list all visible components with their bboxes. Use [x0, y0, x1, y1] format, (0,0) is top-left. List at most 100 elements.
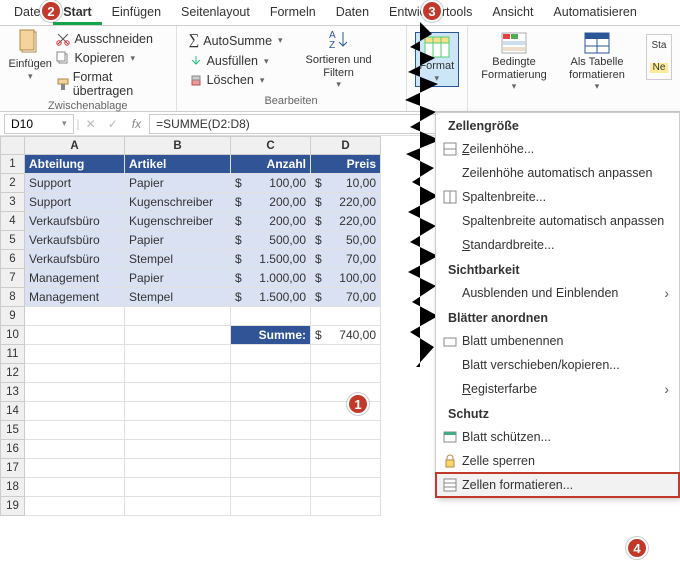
cell[interactable]: 500,00 — [231, 231, 311, 250]
cell[interactable] — [231, 345, 311, 364]
fx-icon[interactable]: fx — [124, 117, 149, 131]
sort-filter-button[interactable]: AZ Sortieren und Filtern▾ — [299, 28, 379, 90]
cell[interactable] — [311, 307, 381, 326]
cell[interactable]: 1.500,00 — [231, 250, 311, 269]
cell[interactable] — [231, 307, 311, 326]
menu-protect-sheet[interactable]: Blatt schützen... — [436, 425, 679, 449]
row-header[interactable]: 16 — [1, 440, 25, 459]
cell[interactable]: Verkaufsbüro — [25, 250, 125, 269]
row-header[interactable]: 19 — [1, 497, 25, 516]
cell[interactable]: Stempel — [125, 250, 231, 269]
menu-col-width[interactable]: Spaltenbreite... — [436, 185, 679, 209]
conditional-formatting-button[interactable]: Bedingte Formatierung▾ — [476, 32, 552, 92]
cell[interactable] — [125, 345, 231, 364]
menu-lock-cell[interactable]: Zelle sperren — [436, 449, 679, 473]
tab-formeln[interactable]: Formeln — [260, 0, 326, 25]
row-header[interactable]: 6 — [1, 250, 25, 269]
cell[interactable] — [125, 478, 231, 497]
row-header[interactable]: 10 — [1, 326, 25, 345]
tab-daten[interactable]: Daten — [326, 0, 379, 25]
tab-automatisieren[interactable]: Automatisieren — [543, 0, 646, 25]
cell[interactable]: Verkaufsbüro — [25, 212, 125, 231]
row-header[interactable]: 3 — [1, 193, 25, 212]
cell[interactable] — [231, 459, 311, 478]
cell[interactable] — [125, 307, 231, 326]
cell[interactable] — [311, 478, 381, 497]
copy-button[interactable]: Kopieren — [52, 49, 167, 67]
cell-styles-gallery[interactable]: Sta Ne — [646, 34, 672, 80]
cell[interactable] — [125, 326, 231, 345]
cell[interactable]: 10,00 — [311, 174, 381, 193]
row-header[interactable]: 17 — [1, 459, 25, 478]
menu-hide-unhide[interactable]: Ausblenden und Einblenden — [436, 281, 679, 305]
row-header[interactable]: 11 — [1, 345, 25, 364]
menu-std-width[interactable]: Standardbreite... — [436, 233, 679, 257]
cell[interactable] — [311, 364, 381, 383]
menu-col-auto[interactable]: Spaltenbreite automatisch anpassen — [436, 209, 679, 233]
cell[interactable] — [231, 383, 311, 402]
tab-ansicht[interactable]: Ansicht — [482, 0, 543, 25]
cell[interactable]: Papier — [125, 231, 231, 250]
cell[interactable]: 200,00 — [231, 212, 311, 231]
cell[interactable]: 1.000,00 — [231, 269, 311, 288]
cell[interactable] — [125, 440, 231, 459]
row-header[interactable]: 7 — [1, 269, 25, 288]
cell[interactable] — [125, 497, 231, 516]
cell[interactable] — [25, 478, 125, 497]
worksheet-grid[interactable]: ABCD 1AbteilungArtikelAnzahlPreis2Suppor… — [0, 136, 381, 516]
menu-row-auto[interactable]: Zeilenhöhe automatisch anpassen — [436, 161, 679, 185]
cell[interactable] — [311, 421, 381, 440]
cell[interactable]: 100,00 — [311, 269, 381, 288]
cut-button[interactable]: Ausschneiden — [52, 30, 167, 48]
cell[interactable]: Summe: — [231, 326, 311, 345]
cell[interactable] — [125, 421, 231, 440]
row-header[interactable]: 4 — [1, 212, 25, 231]
row-header[interactable]: 9 — [1, 307, 25, 326]
col-header-C[interactable]: C — [231, 137, 311, 155]
cell[interactable]: Management — [25, 269, 125, 288]
menu-row-height[interactable]: Zeilenhöhe... — [436, 137, 679, 161]
cell[interactable] — [231, 440, 311, 459]
format-as-table-button[interactable]: Als Tabelle formatieren▾ — [562, 32, 632, 92]
cell[interactable]: Artikel — [125, 155, 231, 174]
cell[interactable]: 200,00 — [231, 193, 311, 212]
menu-move-copy-sheet[interactable]: Blatt verschieben/kopieren... — [436, 353, 679, 377]
cell[interactable] — [25, 402, 125, 421]
cancel-icon[interactable]: ✕ — [80, 117, 102, 131]
cell[interactable]: Anzahl — [231, 155, 311, 174]
cell[interactable] — [311, 383, 381, 402]
autosum-button[interactable]: ∑AutoSumme — [185, 30, 287, 51]
menu-format-cells[interactable]: Zellen formatieren... — [436, 473, 679, 497]
cell[interactable]: Abteilung — [25, 155, 125, 174]
cell[interactable]: 50,00 — [311, 231, 381, 250]
cell[interactable] — [25, 345, 125, 364]
cell[interactable] — [311, 497, 381, 516]
cell[interactable] — [311, 459, 381, 478]
cell[interactable] — [125, 402, 231, 421]
namebox-dropdown-icon[interactable]: ▾ — [62, 118, 67, 129]
paste-button[interactable]: Einfügen ▾ — [8, 28, 52, 100]
cell[interactable] — [25, 364, 125, 383]
cell[interactable]: 220,00 — [311, 212, 381, 231]
cell[interactable] — [25, 421, 125, 440]
col-header-A[interactable]: A — [25, 137, 125, 155]
cell[interactable]: Kugenschreiber — [125, 212, 231, 231]
row-header[interactable]: 1 — [1, 155, 25, 174]
menu-rename-sheet[interactable]: Blatt umbenennen — [436, 329, 679, 353]
cell[interactable]: 70,00 — [311, 288, 381, 307]
row-header[interactable]: 14 — [1, 402, 25, 421]
col-header-D[interactable]: D — [311, 137, 381, 155]
cell[interactable]: Support — [25, 193, 125, 212]
cell[interactable]: Papier — [125, 269, 231, 288]
cell[interactable]: Verkaufsbüro — [25, 231, 125, 250]
cell[interactable] — [311, 440, 381, 459]
row-header[interactable]: 5 — [1, 231, 25, 250]
confirm-icon[interactable]: ✓ — [102, 117, 124, 131]
col-header-B[interactable]: B — [125, 137, 231, 155]
tab-einfügen[interactable]: Einfügen — [102, 0, 171, 25]
row-header[interactable]: 8 — [1, 288, 25, 307]
cell[interactable]: Preis — [311, 155, 381, 174]
cell[interactable] — [125, 459, 231, 478]
menu-tab-color[interactable]: Registerfarbe — [436, 377, 679, 401]
cell[interactable] — [25, 440, 125, 459]
